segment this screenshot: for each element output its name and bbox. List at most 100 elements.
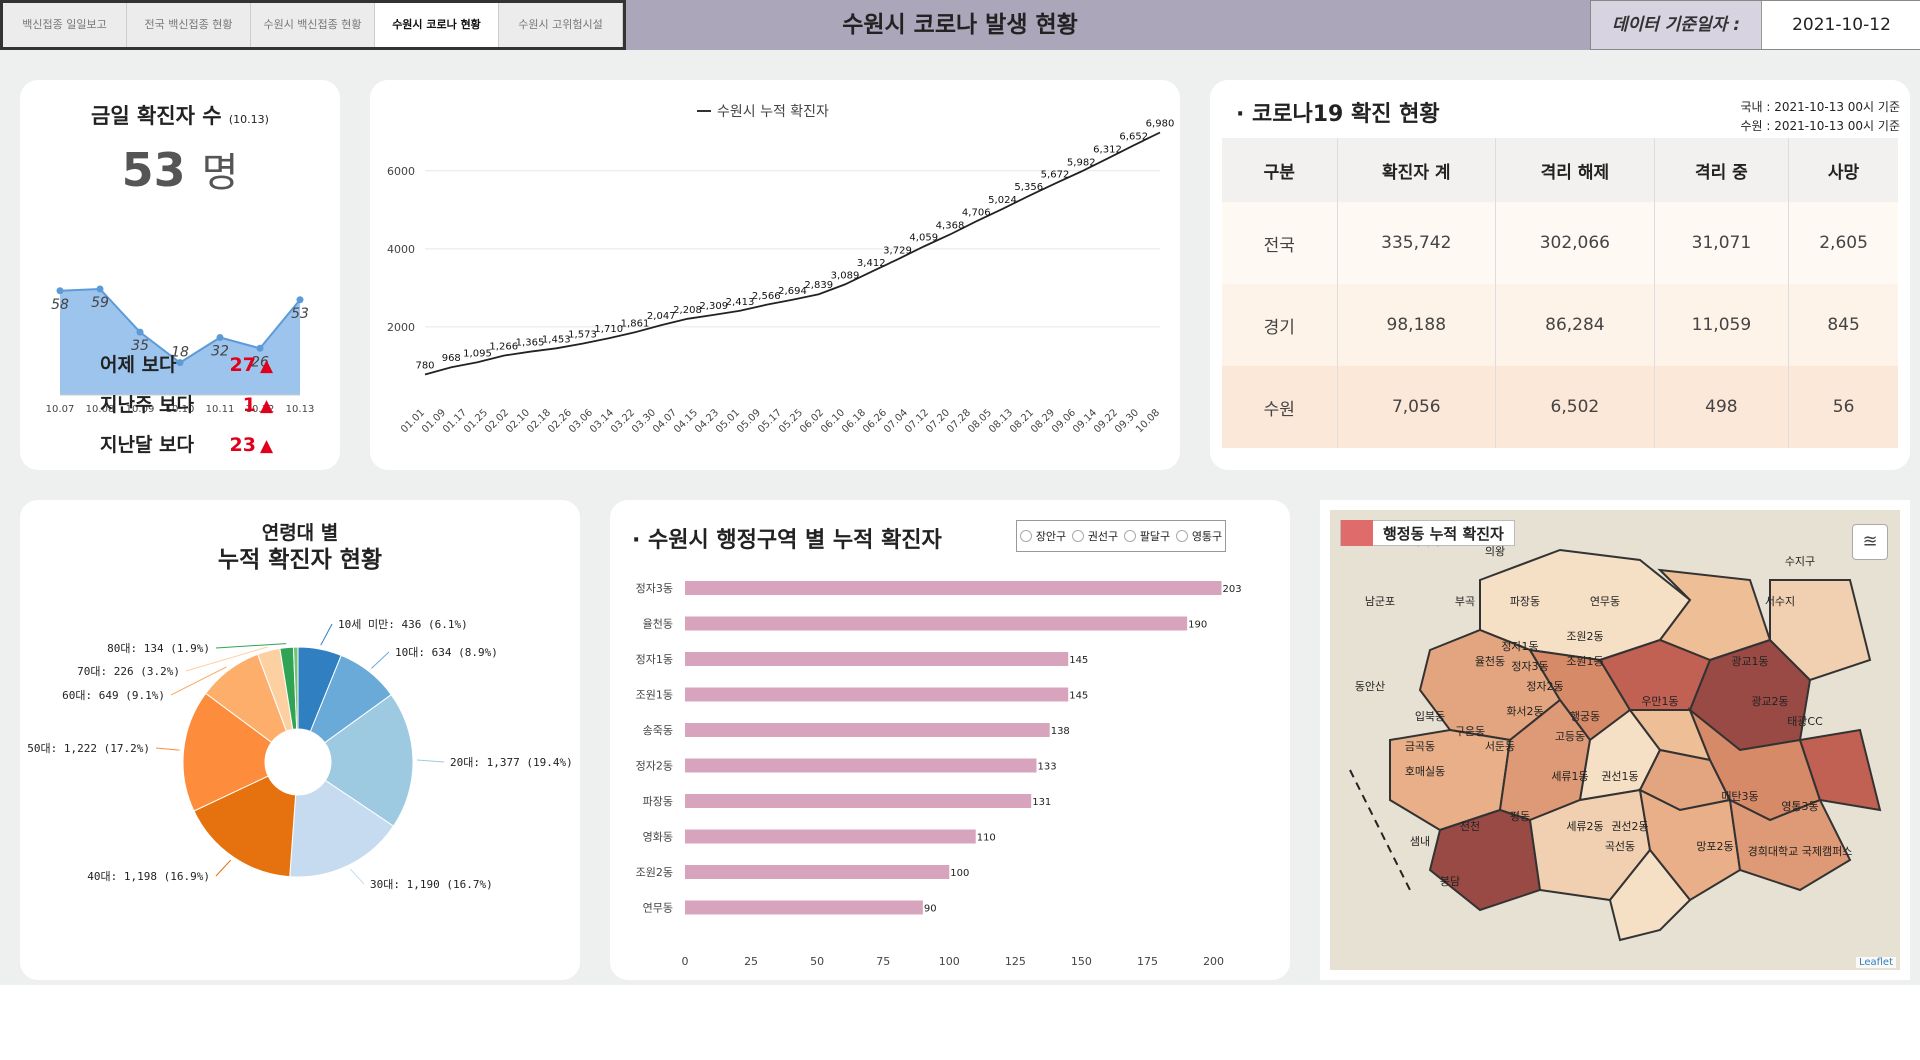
map-place-label: 영통3동 bbox=[1781, 800, 1818, 813]
tab-5[interactable]: 수원시 고위험시설 bbox=[499, 3, 623, 47]
nav-tabs: 백신접종 일일보고 전국 백신접종 현황 수원시 백신접종 현황 수원시 코로나 현황… bbox=[0, 0, 626, 50]
cumulative-value-label: 5,982 bbox=[1067, 157, 1096, 168]
bar-category-label: 조원2동 bbox=[636, 866, 673, 879]
map-place-label: 천천 bbox=[1460, 819, 1480, 833]
cumulative-value-label: 3,089 bbox=[831, 270, 860, 281]
map-place-label: 수지구 bbox=[1785, 555, 1815, 568]
map-place-label: 평동 bbox=[1510, 810, 1530, 823]
cumulative-line-chart: 수원시 누적 확진자20004000600001.0101.0901.1701.… bbox=[387, 104, 1174, 435]
status-table-title: · 코로나19 확진 현황 bbox=[1236, 102, 1440, 127]
today-cases-date: (10.13) bbox=[228, 113, 269, 126]
status-table: 구분 확진자 계 격리 해제 격리 중 사망 전국 335,742 302,06… bbox=[1222, 138, 1898, 448]
today-count-unit: 명 bbox=[201, 150, 239, 196]
district-bar bbox=[685, 616, 1188, 631]
bar-category-label: 송죽동 bbox=[643, 724, 673, 737]
table-header: 격리 해제 bbox=[1495, 138, 1655, 202]
bar-category-label: 파장동 bbox=[643, 795, 673, 808]
cumulative-value-label: 2,839 bbox=[804, 280, 833, 291]
pie-leader-line bbox=[349, 868, 365, 885]
table-cell: 2,605 bbox=[1788, 202, 1898, 284]
map-place-label: 광교2동 bbox=[1751, 695, 1788, 708]
cumulative-value-label: 4,368 bbox=[936, 220, 965, 231]
x-tick-label: 0 bbox=[682, 955, 689, 968]
table-cell: 11,059 bbox=[1654, 284, 1790, 366]
bar-category-label: 율천동 bbox=[643, 617, 673, 631]
daily-x-label: 10.07 bbox=[46, 404, 75, 415]
cumulative-value-label: 1,453 bbox=[542, 334, 571, 345]
table-header: 확진자 계 bbox=[1337, 138, 1497, 202]
x-tick-label: 150 bbox=[1071, 955, 1092, 968]
bar-value-label: 133 bbox=[1038, 762, 1057, 773]
map-place-label: 율천동 bbox=[1475, 654, 1505, 668]
daily-value-label: 58 bbox=[51, 297, 69, 313]
pie-label: 30대: 1,190 (16.7%) bbox=[370, 878, 493, 891]
pie-label: 60대: 649 (9.1%) bbox=[62, 689, 165, 702]
bar-category-label: 정자2동 bbox=[636, 760, 673, 773]
x-tick-label: 100 bbox=[939, 955, 960, 968]
tab-3[interactable]: 수원시 백신접종 현황 bbox=[251, 3, 375, 47]
cumulative-value-label: 1,365 bbox=[516, 338, 545, 349]
map-place-label: 샘내 bbox=[1410, 835, 1430, 848]
map-place-label: 동안산 bbox=[1355, 680, 1385, 693]
tab-4[interactable]: 수원시 코로나 현황 bbox=[375, 3, 499, 47]
bar-category-label: 조원1동 bbox=[636, 689, 673, 702]
map-place-label: 입북동 bbox=[1415, 710, 1445, 723]
map-place-label: 호매실동 bbox=[1405, 765, 1445, 778]
data-date-value[interactable]: 2021-10-12 bbox=[1761, 1, 1920, 49]
today-count-value: 53 bbox=[121, 143, 186, 197]
map-place-label: 우만1동 bbox=[1641, 695, 1678, 708]
leaflet-attribution[interactable]: Leaflet bbox=[1855, 957, 1896, 968]
district-bar bbox=[685, 794, 1032, 808]
tab-2[interactable]: 전국 백신접종 현황 bbox=[127, 3, 251, 47]
x-tick-label: 25 bbox=[744, 955, 758, 968]
table-cell: 7,056 bbox=[1337, 366, 1497, 448]
district-bar bbox=[685, 723, 1050, 737]
pie-label: 40대: 1,198 (16.9%) bbox=[87, 870, 210, 883]
cumulative-value-label: 2,208 bbox=[673, 305, 702, 316]
district-bar bbox=[685, 900, 923, 915]
dong-choropleth-map[interactable]: 한세대학교의왕수지구남군포부곡서수지파장동연무동정자1동조원2동율천동정자3동조… bbox=[1330, 510, 1900, 970]
daily-point bbox=[56, 287, 64, 295]
table-cell: 302,066 bbox=[1495, 202, 1655, 284]
x-tick-label: 50 bbox=[810, 955, 824, 968]
compare-last-month: 지난달 보다 23 ▲ bbox=[100, 430, 273, 457]
up-arrow-icon: ▲ bbox=[260, 396, 274, 416]
district-bar bbox=[685, 581, 1222, 595]
map-canvas[interactable]: 한세대학교의왕수지구남군포부곡서수지파장동연무동정자1동조원2동율천동정자3동조… bbox=[1330, 510, 1900, 970]
map-legend: 행정동 누적 확진자 bbox=[1340, 520, 1515, 546]
map-place-label: 파장동 bbox=[1510, 595, 1540, 608]
map-place-label: 매탄3동 bbox=[1721, 790, 1758, 803]
map-place-label: 부곡 bbox=[1455, 595, 1475, 608]
daily-value-label: 59 bbox=[91, 295, 109, 311]
y-tick-label: 2000 bbox=[387, 321, 415, 334]
pie-leader-line bbox=[155, 747, 180, 751]
cumulative-value-label: 2,566 bbox=[752, 291, 781, 302]
table-cell: 31,071 bbox=[1654, 202, 1790, 284]
cumulative-value-label: 4,059 bbox=[909, 233, 938, 244]
table-cell: 86,284 bbox=[1495, 284, 1655, 366]
map-place-label: 고등동 bbox=[1555, 730, 1585, 743]
tab-1[interactable]: 백신접종 일일보고 bbox=[3, 3, 127, 47]
district-bar bbox=[685, 758, 1037, 773]
cumulative-value-label: 1,573 bbox=[568, 330, 597, 341]
compare-label: 지난주 보다 bbox=[100, 394, 195, 416]
status-table-note: 국내 : 2021-10-13 00시 기준 수원 : 2021-10-13 0… bbox=[1740, 98, 1900, 136]
status-title-text: 코로나19 확진 현황 bbox=[1252, 102, 1440, 127]
layers-icon[interactable]: ≊ bbox=[1852, 524, 1888, 560]
map-place-label: 금곡동 bbox=[1405, 740, 1435, 753]
x-tick-label: 10.08 bbox=[1134, 407, 1162, 435]
data-date-box: 데이터 기준일자 : 2021-10-12 bbox=[1590, 0, 1920, 50]
cumulative-value-label: 1,266 bbox=[489, 342, 518, 353]
map-place-label: 행궁동 bbox=[1570, 710, 1600, 723]
district-bar bbox=[685, 865, 950, 879]
x-tick-label: 125 bbox=[1005, 955, 1026, 968]
map-place-label: 구운동 bbox=[1455, 725, 1485, 738]
x-tick-label: 200 bbox=[1203, 955, 1224, 968]
pie-label: 50대: 1,222 (17.2%) bbox=[27, 742, 150, 755]
cumulative-value-label: 1,095 bbox=[463, 348, 492, 359]
table-cell: 498 bbox=[1654, 366, 1790, 448]
map-place-label: 화서2동 bbox=[1506, 705, 1543, 718]
map-place-label: 서수지 bbox=[1765, 595, 1795, 608]
cumulative-value-label: 2,309 bbox=[699, 301, 728, 312]
pie-leader-line bbox=[371, 651, 390, 669]
